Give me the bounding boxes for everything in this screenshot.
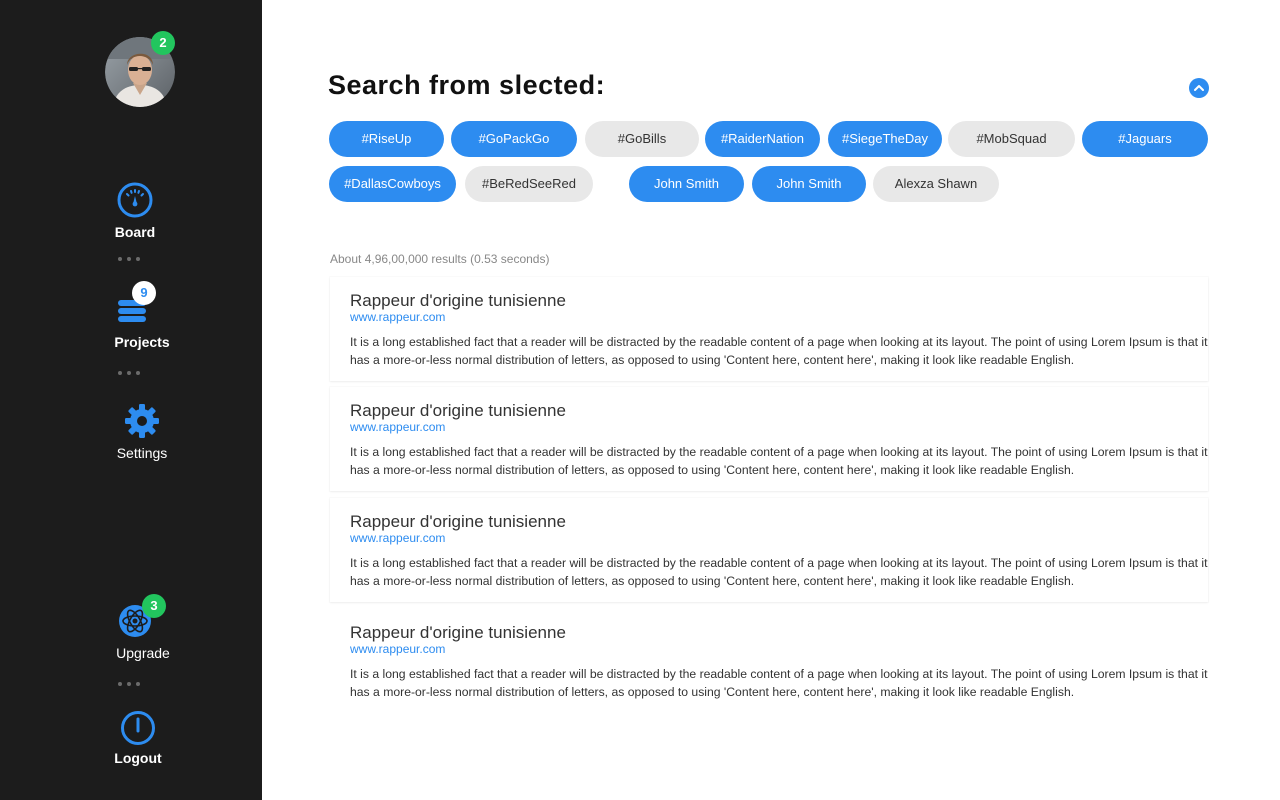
sidebar-item-settings[interactable]: Settings bbox=[97, 403, 187, 461]
sidebar-item-board[interactable]: Board bbox=[90, 182, 180, 240]
result-stats: About 4,96,00,000 results (0.53 seconds) bbox=[330, 252, 550, 266]
tag-chip[interactable]: #GoBills bbox=[585, 121, 699, 157]
tag-chip[interactable]: #Jaguars bbox=[1082, 121, 1208, 157]
result-title[interactable]: Rappeur d'origine tunisienne bbox=[350, 623, 566, 643]
separator-dots bbox=[118, 682, 140, 686]
sidebar-item-label: Projects bbox=[114, 334, 170, 350]
sidebar-item-label: Upgrade bbox=[116, 645, 170, 661]
search-result-card: Rappeur d'origine tunisienne www.rappeur… bbox=[330, 387, 1208, 491]
result-title[interactable]: Rappeur d'origine tunisienne bbox=[350, 291, 566, 311]
search-result-card: Rappeur d'origine tunisienne www.rappeur… bbox=[330, 498, 1208, 602]
result-description: It is a long established fact that a rea… bbox=[350, 445, 1208, 477]
collapse-button[interactable] bbox=[1189, 78, 1209, 98]
sidebar-item-label: Logout bbox=[114, 750, 162, 766]
chevron-up-icon bbox=[1194, 85, 1204, 91]
tag-chip[interactable]: #MobSquad bbox=[948, 121, 1075, 157]
tag-chip[interactable]: Alexza Shawn bbox=[873, 166, 999, 202]
result-title[interactable]: Rappeur d'origine tunisienne bbox=[350, 401, 566, 421]
tag-chip[interactable]: #GoPackGo bbox=[451, 121, 577, 157]
tag-chip[interactable]: John Smith bbox=[629, 166, 744, 202]
result-description: It is a long established fact that a rea… bbox=[350, 556, 1208, 588]
separator-dots bbox=[118, 371, 140, 375]
upgrade-count-badge: 3 bbox=[142, 594, 166, 618]
page-title: Search from slected: bbox=[328, 70, 606, 100]
notification-badge: 2 bbox=[151, 31, 175, 55]
sidebar-item-projects[interactable]: 9 Projects bbox=[97, 281, 187, 350]
separator-dots bbox=[118, 257, 140, 261]
search-result-card: Rappeur d'origine tunisienne www.rappeur… bbox=[330, 277, 1208, 381]
search-result-card: Rappeur d'origine tunisienne www.rappeur… bbox=[330, 609, 1208, 713]
projects-count-badge: 9 bbox=[132, 281, 156, 305]
tag-chip[interactable]: John Smith bbox=[752, 166, 866, 202]
user-avatar-container[interactable]: 2 bbox=[105, 31, 175, 107]
result-url[interactable]: www.rappeur.com bbox=[350, 531, 445, 545]
power-icon bbox=[121, 711, 155, 745]
sidebar-item-label: Board bbox=[114, 224, 156, 240]
tag-chip[interactable]: #RaiderNation bbox=[705, 121, 820, 157]
tag-chip[interactable]: #RiseUp bbox=[329, 121, 444, 157]
result-description: It is a long established fact that a rea… bbox=[350, 335, 1208, 367]
sidebar: 2 Board 9 Projects Settings 3 Upgrade Lo… bbox=[0, 0, 262, 800]
speedometer-icon bbox=[117, 182, 153, 218]
result-url[interactable]: www.rappeur.com bbox=[350, 420, 445, 434]
result-description: It is a long established fact that a rea… bbox=[350, 667, 1208, 699]
gear-icon bbox=[125, 404, 159, 438]
sidebar-item-label: Settings bbox=[116, 445, 168, 461]
sidebar-item-logout[interactable]: Logout bbox=[93, 710, 183, 766]
result-url[interactable]: www.rappeur.com bbox=[350, 642, 445, 656]
tag-chip[interactable]: #SiegeTheDay bbox=[828, 121, 942, 157]
result-url[interactable]: www.rappeur.com bbox=[350, 310, 445, 324]
sidebar-item-upgrade[interactable]: 3 Upgrade bbox=[98, 594, 188, 661]
result-title[interactable]: Rappeur d'origine tunisienne bbox=[350, 512, 566, 532]
tag-chip[interactable]: #BeRedSeeRed bbox=[465, 166, 593, 202]
tag-chip[interactable]: #DallasCowboys bbox=[329, 166, 456, 202]
